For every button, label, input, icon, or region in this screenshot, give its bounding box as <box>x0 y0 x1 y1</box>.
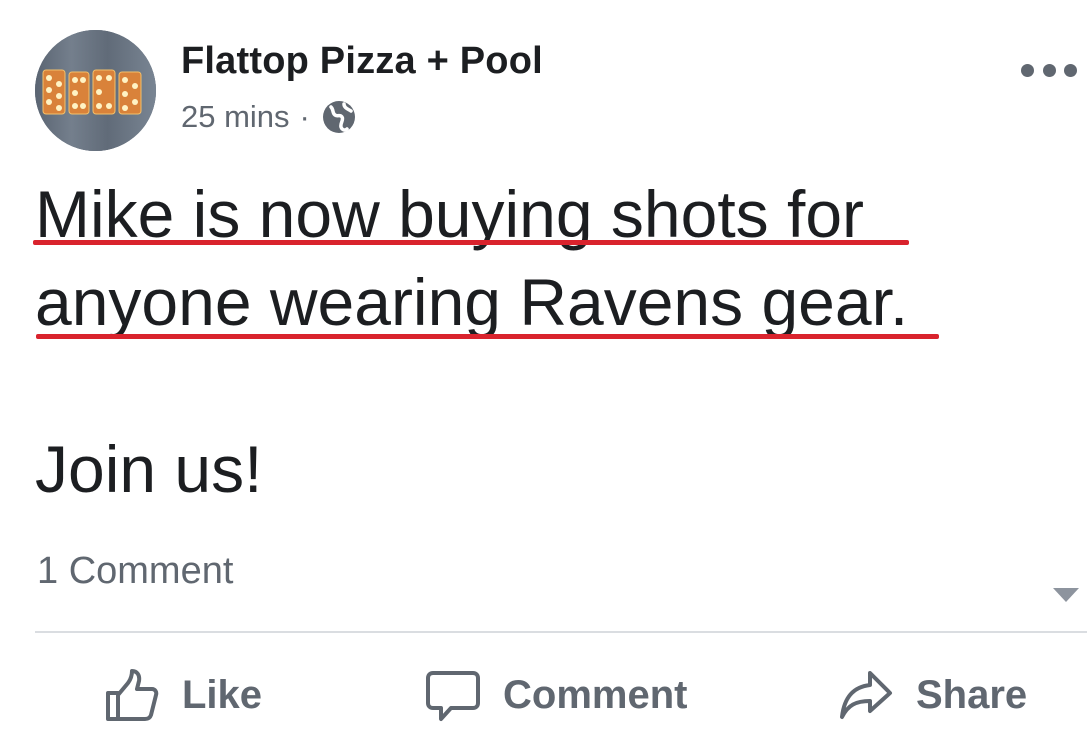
more-horizontal-icon[interactable] <box>1021 62 1077 78</box>
more-dot <box>1064 63 1077 77</box>
page-avatar[interactable] <box>35 30 156 151</box>
divider <box>35 631 1087 633</box>
share-label: Share <box>916 672 1028 717</box>
red-underline-annotation <box>36 334 939 339</box>
facebook-post: Flattop Pizza + Pool 25 mins · Mike is n… <box>0 0 1087 745</box>
avatar-beer-sign-image <box>35 30 156 151</box>
speech-bubble-icon <box>426 671 480 721</box>
action-bar: Like Comment Share <box>0 660 1087 730</box>
comment-label: Comment <box>503 672 688 717</box>
thumbs-up-icon <box>106 669 159 721</box>
like-label: Like <box>182 672 263 717</box>
meta-separator: · <box>299 99 310 134</box>
red-underline-annotation <box>33 240 909 245</box>
post-message-followup: Join us! <box>35 432 263 506</box>
post-meta: 25 mins · <box>181 96 358 138</box>
comment-button[interactable]: Comment <box>425 660 687 730</box>
comment-count-link[interactable]: 1 Comment <box>37 550 233 593</box>
chevron-down-icon[interactable] <box>1053 588 1079 602</box>
like-button[interactable]: Like <box>104 660 262 730</box>
page-name-link[interactable]: Flattop Pizza + Pool <box>181 40 543 83</box>
more-dot <box>1021 63 1034 77</box>
post-message-line: anyone wearing Ravens gear. <box>35 265 909 339</box>
more-dot <box>1042 63 1056 77</box>
post-timestamp[interactable]: 25 mins <box>181 99 290 135</box>
share-arrow-icon <box>840 671 892 719</box>
share-button[interactable]: Share <box>838 660 1027 730</box>
globe-icon[interactable] <box>320 98 358 136</box>
post-message: Mike is now buying shots for anyone wear… <box>35 170 1075 346</box>
